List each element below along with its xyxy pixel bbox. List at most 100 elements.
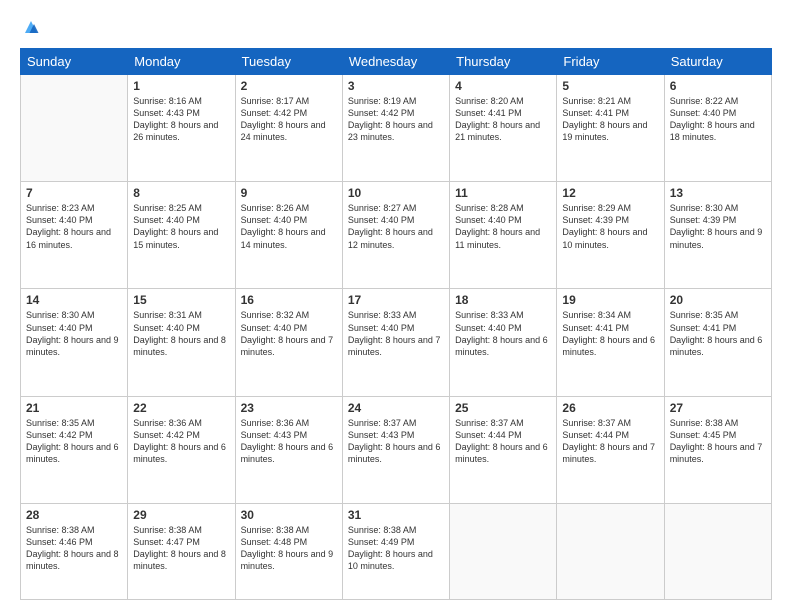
weekday-header: Friday xyxy=(557,49,664,75)
calendar-cell: 28 Sunrise: 8:38 AMSunset: 4:46 PMDayligh… xyxy=(21,503,128,599)
weekday-header: Wednesday xyxy=(342,49,449,75)
calendar-cell: 4 Sunrise: 8:20 AMSunset: 4:41 PMDaylight… xyxy=(450,75,557,182)
day-info: Sunrise: 8:30 AMSunset: 4:40 PMDaylight:… xyxy=(26,309,122,358)
day-number: 23 xyxy=(241,401,337,415)
calendar-cell: 26Sunrise: 8:37 AMSunset: 4:44 PMDayligh… xyxy=(557,396,664,503)
calendar-cell: 25Sunrise: 8:37 AMSunset: 4:44 PMDayligh… xyxy=(450,396,557,503)
day-number: 2 xyxy=(241,79,337,93)
calendar-cell xyxy=(21,75,128,182)
calendar-cell: 8 Sunrise: 8:25 AMSunset: 4:40 PMDaylight… xyxy=(128,182,235,289)
day-number: 21 xyxy=(26,401,122,415)
calendar-cell: 31 Sunrise: 8:38 AMSunset: 4:49 PMDayligh… xyxy=(342,503,449,599)
day-number: 28 xyxy=(26,508,122,522)
calendar-cell: 6 Sunrise: 8:22 AMSunset: 4:40 PMDaylight… xyxy=(664,75,771,182)
day-number: 19 xyxy=(562,293,658,307)
day-info: Sunrise: 8:30 AMSunset: 4:39 PMDaylight:… xyxy=(670,202,766,251)
calendar-cell xyxy=(664,503,771,599)
calendar-cell: 15Sunrise: 8:31 AMSunset: 4:40 PMDayligh… xyxy=(128,289,235,396)
day-info: Sunrise: 8:29 AMSunset: 4:39 PMDaylight:… xyxy=(562,202,658,251)
calendar-week-row: 7 Sunrise: 8:23 AMSunset: 4:40 PMDaylight… xyxy=(21,182,772,289)
weekday-header: Sunday xyxy=(21,49,128,75)
day-info: Sunrise: 8:32 AMSunset: 4:40 PMDaylight:… xyxy=(241,309,337,358)
calendar-week-row: 28 Sunrise: 8:38 AMSunset: 4:46 PMDayligh… xyxy=(21,503,772,599)
day-number: 24 xyxy=(348,401,444,415)
weekday-header-row: SundayMondayTuesdayWednesdayThursdayFrid… xyxy=(21,49,772,75)
calendar-cell: 17 Sunrise: 8:33 AMSunset: 4:40 PMDayligh… xyxy=(342,289,449,396)
calendar-cell xyxy=(450,503,557,599)
day-info: Sunrise: 8:22 AMSunset: 4:40 PMDaylight:… xyxy=(670,95,766,144)
day-info: Sunrise: 8:35 AMSunset: 4:42 PMDaylight:… xyxy=(26,417,122,466)
day-info: Sunrise: 8:38 AMSunset: 4:45 PMDaylight:… xyxy=(670,417,766,466)
day-info: Sunrise: 8:20 AMSunset: 4:41 PMDaylight:… xyxy=(455,95,551,144)
day-number: 22 xyxy=(133,401,229,415)
day-number: 1 xyxy=(133,79,229,93)
day-info: Sunrise: 8:34 AMSunset: 4:41 PMDaylight:… xyxy=(562,309,658,358)
calendar-cell xyxy=(557,503,664,599)
calendar-cell: 11 Sunrise: 8:28 AMSunset: 4:40 PMDayligh… xyxy=(450,182,557,289)
calendar-cell: 14 Sunrise: 8:30 AMSunset: 4:40 PMDayligh… xyxy=(21,289,128,396)
header xyxy=(20,18,772,38)
day-info: Sunrise: 8:38 AMSunset: 4:46 PMDaylight:… xyxy=(26,524,122,573)
day-number: 18 xyxy=(455,293,551,307)
day-info: Sunrise: 8:33 AMSunset: 4:40 PMDaylight:… xyxy=(455,309,551,358)
day-number: 16 xyxy=(241,293,337,307)
day-info: Sunrise: 8:38 AMSunset: 4:48 PMDaylight:… xyxy=(241,524,337,573)
page: SundayMondayTuesdayWednesdayThursdayFrid… xyxy=(0,0,792,612)
day-info: Sunrise: 8:37 AMSunset: 4:43 PMDaylight:… xyxy=(348,417,444,466)
calendar-cell: 2 Sunrise: 8:17 AMSunset: 4:42 PMDaylight… xyxy=(235,75,342,182)
weekday-header: Monday xyxy=(128,49,235,75)
day-number: 6 xyxy=(670,79,766,93)
day-info: Sunrise: 8:37 AMSunset: 4:44 PMDaylight:… xyxy=(562,417,658,466)
calendar-cell: 19 Sunrise: 8:34 AMSunset: 4:41 PMDayligh… xyxy=(557,289,664,396)
day-number: 4 xyxy=(455,79,551,93)
day-info: Sunrise: 8:19 AMSunset: 4:42 PMDaylight:… xyxy=(348,95,444,144)
calendar-cell: 30 Sunrise: 8:38 AMSunset: 4:48 PMDayligh… xyxy=(235,503,342,599)
calendar-cell: 27 Sunrise: 8:38 AMSunset: 4:45 PMDayligh… xyxy=(664,396,771,503)
weekday-header: Tuesday xyxy=(235,49,342,75)
calendar-cell: 21 Sunrise: 8:35 AMSunset: 4:42 PMDayligh… xyxy=(21,396,128,503)
day-number: 25 xyxy=(455,401,551,415)
day-info: Sunrise: 8:36 AMSunset: 4:42 PMDaylight:… xyxy=(133,417,229,466)
day-info: Sunrise: 8:35 AMSunset: 4:41 PMDaylight:… xyxy=(670,309,766,358)
day-number: 14 xyxy=(26,293,122,307)
day-info: Sunrise: 8:23 AMSunset: 4:40 PMDaylight:… xyxy=(26,202,122,251)
day-number: 10 xyxy=(348,186,444,200)
day-info: Sunrise: 8:21 AMSunset: 4:41 PMDaylight:… xyxy=(562,95,658,144)
weekday-header: Saturday xyxy=(664,49,771,75)
day-info: Sunrise: 8:38 AMSunset: 4:49 PMDaylight:… xyxy=(348,524,444,573)
day-info: Sunrise: 8:16 AMSunset: 4:43 PMDaylight:… xyxy=(133,95,229,144)
day-info: Sunrise: 8:27 AMSunset: 4:40 PMDaylight:… xyxy=(348,202,444,251)
day-number: 17 xyxy=(348,293,444,307)
calendar-cell: 9Sunrise: 8:26 AMSunset: 4:40 PMDaylight… xyxy=(235,182,342,289)
calendar-cell: 3Sunrise: 8:19 AMSunset: 4:42 PMDaylight… xyxy=(342,75,449,182)
calendar-week-row: 14 Sunrise: 8:30 AMSunset: 4:40 PMDayligh… xyxy=(21,289,772,396)
day-info: Sunrise: 8:33 AMSunset: 4:40 PMDaylight:… xyxy=(348,309,444,358)
logo xyxy=(20,18,40,38)
weekday-header: Thursday xyxy=(450,49,557,75)
day-info: Sunrise: 8:28 AMSunset: 4:40 PMDaylight:… xyxy=(455,202,551,251)
day-number: 20 xyxy=(670,293,766,307)
day-info: Sunrise: 8:31 AMSunset: 4:40 PMDaylight:… xyxy=(133,309,229,358)
day-number: 8 xyxy=(133,186,229,200)
calendar-cell: 23 Sunrise: 8:36 AMSunset: 4:43 PMDayligh… xyxy=(235,396,342,503)
calendar-cell: 22 Sunrise: 8:36 AMSunset: 4:42 PMDayligh… xyxy=(128,396,235,503)
day-number: 31 xyxy=(348,508,444,522)
calendar-table: SundayMondayTuesdayWednesdayThursdayFrid… xyxy=(20,48,772,600)
day-info: Sunrise: 8:26 AMSunset: 4:40 PMDaylight:… xyxy=(241,202,337,251)
day-info: Sunrise: 8:17 AMSunset: 4:42 PMDaylight:… xyxy=(241,95,337,144)
day-number: 5 xyxy=(562,79,658,93)
day-number: 27 xyxy=(670,401,766,415)
day-info: Sunrise: 8:36 AMSunset: 4:43 PMDaylight:… xyxy=(241,417,337,466)
calendar-cell: 20 Sunrise: 8:35 AMSunset: 4:41 PMDayligh… xyxy=(664,289,771,396)
calendar-cell: 16 Sunrise: 8:32 AMSunset: 4:40 PMDayligh… xyxy=(235,289,342,396)
calendar-cell: 24 Sunrise: 8:37 AMSunset: 4:43 PMDayligh… xyxy=(342,396,449,503)
day-number: 30 xyxy=(241,508,337,522)
day-info: Sunrise: 8:25 AMSunset: 4:40 PMDaylight:… xyxy=(133,202,229,251)
day-info: Sunrise: 8:38 AMSunset: 4:47 PMDaylight:… xyxy=(133,524,229,573)
calendar-cell: 5 Sunrise: 8:21 AMSunset: 4:41 PMDaylight… xyxy=(557,75,664,182)
calendar-cell: 7 Sunrise: 8:23 AMSunset: 4:40 PMDaylight… xyxy=(21,182,128,289)
calendar-cell: 18 Sunrise: 8:33 AMSunset: 4:40 PMDayligh… xyxy=(450,289,557,396)
day-number: 29 xyxy=(133,508,229,522)
day-number: 7 xyxy=(26,186,122,200)
day-number: 11 xyxy=(455,186,551,200)
